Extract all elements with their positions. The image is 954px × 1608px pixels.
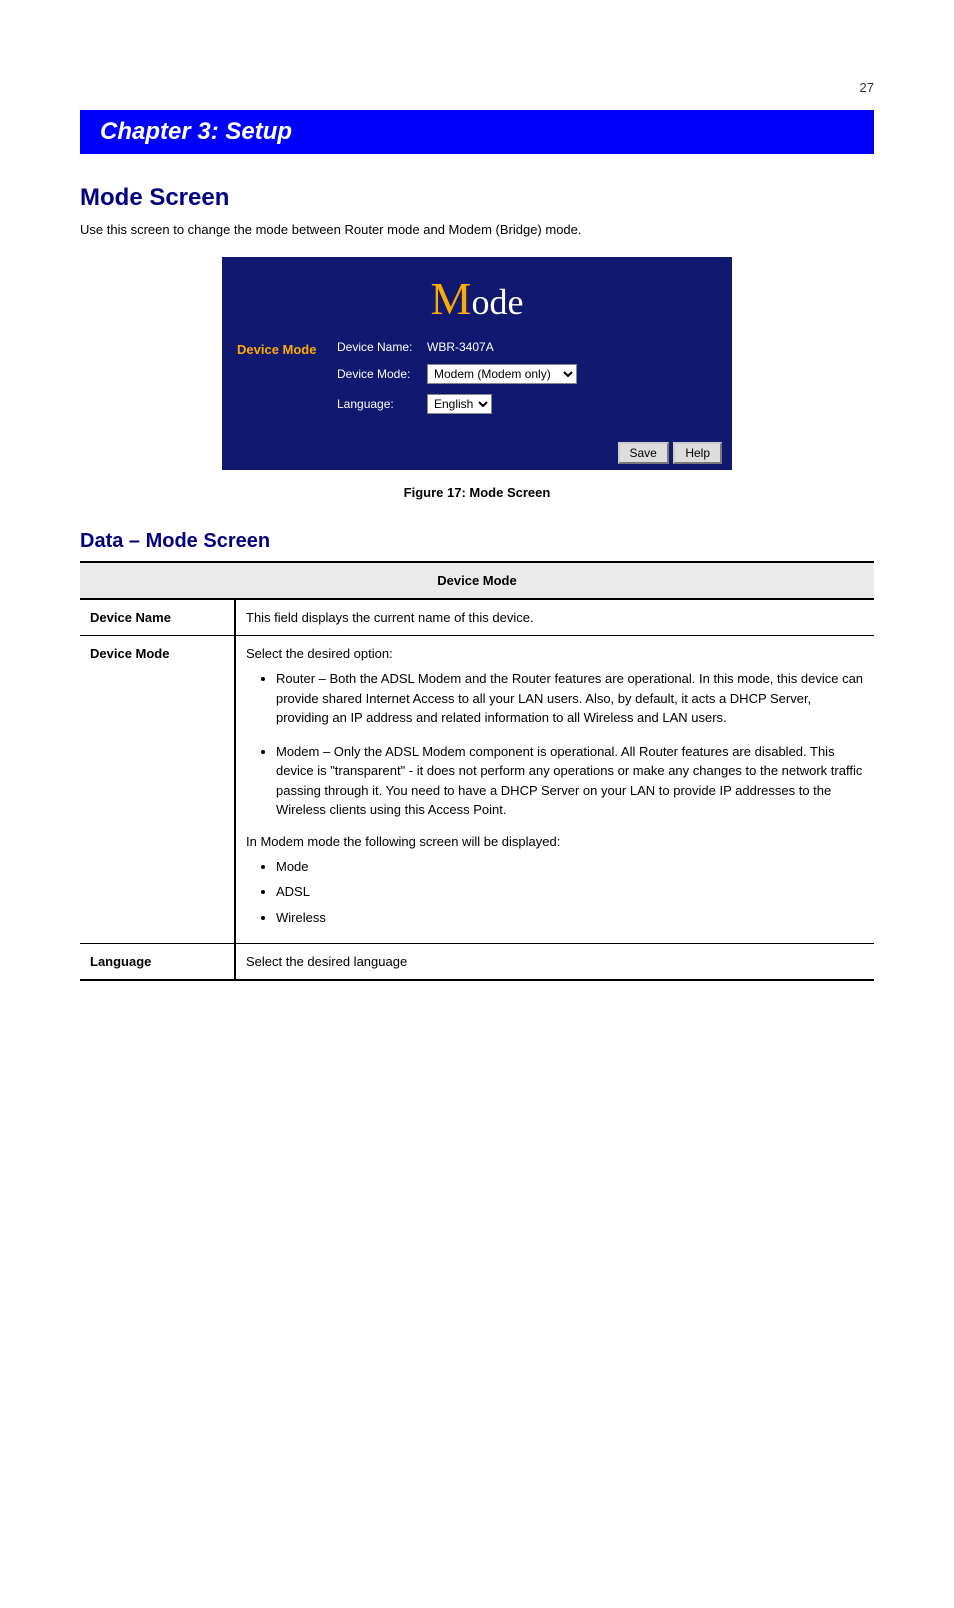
mode-buttons: Save Help [222, 434, 732, 470]
table-row: Device Name This field displays the curr… [80, 599, 874, 636]
table-header: Device Mode [80, 562, 874, 599]
list-item: ADSL [276, 882, 864, 902]
device-mode-row: Device Mode: Modem (Modem only) [337, 364, 717, 384]
list-item: Mode [276, 857, 864, 877]
mode-title-rest: ode [471, 282, 523, 322]
chapter-header: Chapter 3: Setup [80, 110, 874, 154]
list-item: Router – Both the ADSL Modem and the Rou… [276, 669, 864, 728]
language-label: Language: [337, 397, 427, 411]
device-name-label: Device Name: [337, 340, 427, 354]
cell-label-language: Language [80, 944, 235, 981]
list-item: Wireless [276, 908, 864, 928]
language-select[interactable]: English [427, 394, 492, 414]
cell-text-device-name: This field displays the current name of … [235, 599, 874, 636]
save-button[interactable]: Save [618, 442, 669, 464]
device-name-row: Device Name: WBR-3407A [337, 340, 717, 354]
mode-panel: Mode Device Mode Device Name: WBR-3407A … [222, 257, 732, 470]
data-table: Device Mode Device Name This field displ… [80, 561, 874, 981]
device-name-value: WBR-3407A [427, 340, 494, 354]
device-mode-section-label: Device Mode [237, 340, 337, 424]
cell-text-device-mode: Select the desired option: Router – Both… [235, 636, 874, 944]
figure-caption: Figure 17: Mode Screen [80, 485, 874, 500]
language-row: Language: English [337, 394, 717, 414]
section-title: Mode Screen [80, 184, 874, 212]
mode-title-prefix: M [431, 273, 472, 324]
dm-bullets: Router – Both the ADSL Modem and the Rou… [246, 669, 864, 820]
device-mode-select[interactable]: Modem (Modem only) [427, 364, 577, 384]
help-button[interactable]: Help [673, 442, 722, 464]
table-row: Device Mode Select the desired option: R… [80, 636, 874, 944]
device-mode-label: Device Mode: [337, 367, 427, 381]
dm-screens: Mode ADSL Wireless [246, 857, 864, 928]
mode-form: Device Name: WBR-3407A Device Mode: Mode… [337, 340, 717, 424]
mode-content: Device Mode Device Name: WBR-3407A Devic… [222, 330, 732, 434]
mode-panel-title: Mode [222, 267, 732, 330]
page-number: 27 [80, 80, 874, 95]
cell-text-language: Select the desired language [235, 944, 874, 981]
list-item: Modem – Only the ADSL Modem component is… [276, 742, 864, 820]
data-heading: Data – Mode Screen [80, 530, 874, 553]
section-intro: Use this screen to change the mode betwe… [80, 222, 874, 237]
dm-subtext: In Modem mode the following screen will … [246, 834, 864, 849]
dm-intro: Select the desired option: [246, 646, 393, 661]
cell-label-device-mode: Device Mode [80, 636, 235, 944]
cell-label-device-name: Device Name [80, 599, 235, 636]
table-row: Language Select the desired language [80, 944, 874, 981]
